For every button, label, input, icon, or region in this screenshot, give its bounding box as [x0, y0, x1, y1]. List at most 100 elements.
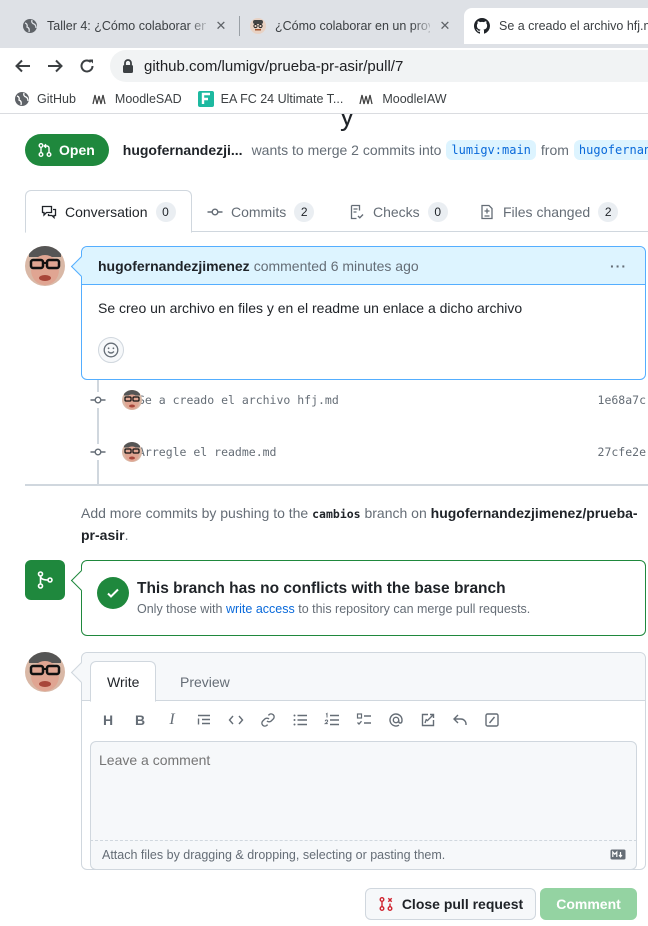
browser-tab-colaborar[interactable]: ¿Cómo colaborar en un proye ✕ [240, 8, 462, 44]
address-bar[interactable]: github.com/lumigv/prueba-pr-asir/pull/7 [110, 50, 648, 82]
kebab-menu-icon[interactable]: ··· [610, 258, 627, 274]
browser-toolbar: github.com/lumigv/prueba-pr-asir/pull/7 [0, 48, 648, 84]
pr-merge-meta: hugofernandezji... wants to merge 2 comm… [123, 140, 648, 160]
git-pull-request-closed-icon [379, 897, 393, 911]
reply-icon[interactable] [444, 709, 476, 731]
comment-body: Se creo un archivo en files y en el read… [98, 300, 523, 316]
head-branch-name: cambios [312, 507, 361, 521]
merge-status-subtitle: Only those with write access to this rep… [137, 602, 531, 616]
add-reaction-button[interactable] [98, 337, 124, 363]
tab-checks[interactable]: Checks 0 [334, 190, 463, 233]
open-state-badge: Open [25, 134, 109, 166]
slash-command-icon[interactable] [476, 709, 508, 731]
browser-tab-title: ¿Cómo colaborar en un proye [275, 19, 430, 33]
pr-tabs: Conversation 0 Commits 2 Checks 0 Files … [25, 190, 648, 233]
lock-icon [122, 59, 134, 73]
tab-counter: 0 [155, 201, 176, 222]
globe-icon [22, 18, 38, 34]
code-icon[interactable] [220, 709, 252, 731]
browser-tab-taller[interactable]: Taller 4: ¿Cómo colaborar en u ✕ [12, 8, 238, 44]
ordered-list-icon[interactable] [316, 709, 348, 731]
moodle-icon [92, 91, 108, 107]
tab-preview[interactable]: Preview [164, 661, 246, 702]
pr-author-link[interactable]: hugofernandezji... [123, 142, 243, 158]
push-hint: Add more commits by pushing to the cambi… [81, 505, 638, 543]
comment-card: hugofernandezjimenez commented 6 minutes… [81, 246, 646, 380]
avatar-favicon-icon [250, 18, 266, 34]
bookmark-eafc[interactable]: EA FC 24 Ultimate T... [197, 90, 343, 107]
avatar[interactable] [122, 390, 142, 410]
tab-counter: 2 [598, 201, 619, 222]
comment-header: hugofernandezjimenez commented 6 minutes… [82, 247, 645, 285]
attach-files-area[interactable]: Attach files by dragging & dropping, sel… [90, 841, 637, 870]
git-merge-icon [25, 560, 65, 600]
tab-write[interactable]: Write [90, 661, 157, 702]
markdown-icon[interactable] [610, 849, 626, 863]
check-icon [97, 577, 129, 609]
futbin-icon [197, 90, 214, 107]
smiley-icon [103, 342, 119, 358]
avatar[interactable] [25, 652, 65, 692]
bold-icon[interactable]: B [124, 709, 156, 731]
avatar[interactable] [25, 246, 65, 286]
browser-tab-strip: Taller 4: ¿Cómo colaborar en u ✕ ¿Cómo c… [0, 0, 648, 48]
head-branch-label[interactable]: hugofernandezj [573, 140, 648, 160]
commit-message-link[interactable]: Se a creado el archivo hfj.md [138, 393, 339, 407]
mention-icon[interactable] [380, 709, 412, 731]
comment-timestamp: commented 6 minutes ago [253, 257, 419, 274]
pull-request-page: y Open hugofernandezji... wants to merge… [0, 114, 648, 926]
url-text: github.com/lumigv/prueba-pr-asir/pull/7 [144, 57, 404, 75]
task-list-icon[interactable] [348, 709, 380, 731]
comment-author[interactable]: hugofernandezjimenez [98, 258, 250, 274]
file-diff-icon [481, 204, 493, 219]
git-commit-icon [90, 392, 106, 408]
close-icon[interactable]: ✕ [438, 18, 452, 34]
forward-arrow-icon[interactable] [39, 50, 71, 82]
quote-icon[interactable] [188, 709, 220, 731]
commit-sha-link[interactable]: 1e68a7c [598, 393, 646, 407]
tab-counter: 0 [427, 201, 448, 222]
close-icon[interactable]: ✕ [214, 18, 228, 34]
tab-commits[interactable]: Commits 2 [192, 190, 329, 233]
tab-counter: 2 [294, 201, 315, 222]
link-icon[interactable] [252, 709, 284, 731]
write-access-link[interactable]: write access [226, 602, 295, 616]
moodle-icon [359, 91, 375, 107]
markdown-toolbar: H B I [92, 709, 508, 731]
commit-sha-link[interactable]: 27cfe2e [598, 445, 646, 459]
comment-discussion-icon [41, 205, 57, 219]
tab-conversation[interactable]: Conversation 0 [25, 190, 192, 233]
bookmarks-bar: GitHub MoodleSAD EA FC 24 Ultimate T... … [0, 84, 648, 114]
browser-tab-title: Se a creado el archivo hfj.md [499, 19, 648, 33]
pr-title-fragment: y [340, 114, 354, 131]
commit-item: Se a creado el archivo hfj.md 1e68a7c [90, 388, 648, 412]
merge-status-box: This branch has no conflicts with the ba… [81, 560, 646, 636]
commit-item: Arregle el readme.md 27cfe2e [90, 440, 648, 464]
commit-message-link[interactable]: Arregle el readme.md [138, 445, 276, 459]
italic-icon[interactable]: I [156, 709, 188, 731]
editor-tabs: Write Preview [82, 653, 645, 702]
tab-files-changed[interactable]: Files changed 2 [464, 190, 633, 233]
comment-editor: Write Preview H B I Leave a comment Atta… [81, 652, 646, 870]
back-arrow-icon[interactable] [7, 50, 39, 82]
close-pull-request-button[interactable]: Close pull request [365, 888, 536, 920]
browser-tab-active[interactable]: Se a creado el archivo hfj.md [464, 8, 648, 44]
heading-icon[interactable]: H [92, 709, 124, 731]
reload-icon[interactable] [71, 50, 103, 82]
timeline-divider [25, 484, 648, 486]
globe-icon [14, 91, 30, 107]
base-branch-label[interactable]: lumigv:main [446, 140, 536, 160]
comment-textarea[interactable] [90, 741, 637, 841]
bookmark-github[interactable]: GitHub [14, 91, 76, 107]
bookmark-moodlesad[interactable]: MoodleSAD [92, 91, 182, 107]
unordered-list-icon[interactable] [284, 709, 316, 731]
browser-tab-title: Taller 4: ¿Cómo colaborar en u [47, 19, 206, 33]
cross-reference-icon[interactable] [412, 709, 444, 731]
comment-button[interactable]: Comment [540, 888, 637, 920]
pr-state-row: Open hugofernandezji... wants to merge 2… [25, 134, 648, 166]
bookmark-moodleiaw[interactable]: MoodleIAW [359, 91, 447, 107]
git-pull-request-icon [38, 143, 52, 157]
avatar[interactable] [122, 442, 142, 462]
git-commit-icon [90, 444, 106, 460]
git-commit-icon [207, 207, 223, 215]
